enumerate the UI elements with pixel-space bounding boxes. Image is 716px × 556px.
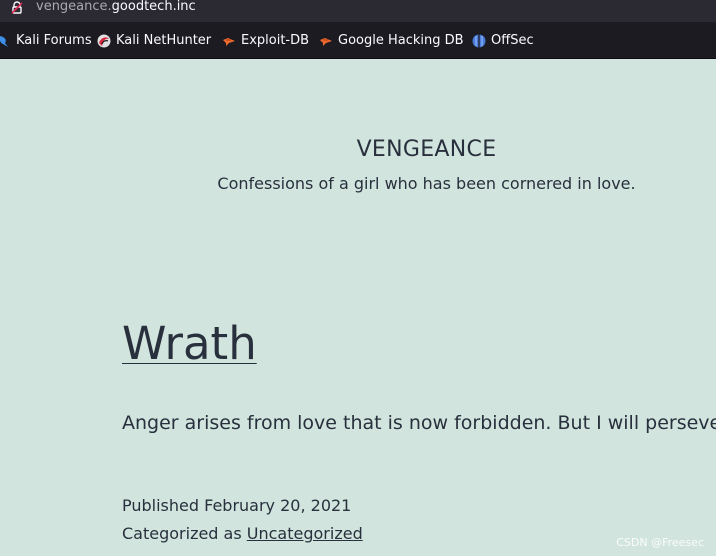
bookmark-kali-nethunter[interactable]: Kali NetHunter [97, 22, 211, 59]
bookmark-exploit-db[interactable]: Exploit-DB [222, 22, 309, 59]
post-excerpt: Anger arises from love that is now forbi… [122, 412, 716, 434]
url-subdomain: vengeance. [36, 0, 112, 14]
url-text[interactable]: vengeance.goodtech.inc [36, 0, 196, 15]
published-date: February 20, 2021 [204, 496, 352, 515]
bookmark-label: Exploit-DB [241, 33, 310, 48]
category-link[interactable]: Uncategorized [247, 524, 363, 543]
connection-info-icon[interactable] [10, 1, 24, 15]
bookmark-offsec[interactable]: OffSec [472, 22, 534, 59]
site-description: Confessions of a girl who has been corne… [217, 174, 636, 193]
nethunter-icon [97, 34, 111, 47]
post-categories: Categorized as Uncategorized [122, 524, 363, 543]
categorized-label: Categorized as [122, 524, 242, 543]
bookmark-label: Google Hacking DB [338, 33, 464, 48]
published-label: Published [122, 496, 200, 515]
post-published: Published February 20, 2021 [122, 496, 351, 515]
bookmarks-toolbar: Kali Forums Kali NetHunter Exploit-DB Go… [0, 22, 716, 59]
bookmark-label: OffSec [491, 33, 534, 48]
bookmark-kali-forums[interactable]: Kali Forums [0, 22, 92, 59]
bookmark-google-hacking-db[interactable]: Google Hacking DB [319, 22, 464, 59]
bookmark-label: Kali Forums [16, 33, 92, 48]
url-bar[interactable]: vengeance.goodtech.inc [0, 0, 716, 22]
exploit-db-icon [223, 37, 235, 46]
ghdb-icon [320, 37, 332, 46]
kali-dragon-icon [0, 35, 8, 47]
bookmark-label: Kali NetHunter [116, 33, 212, 48]
url-domain: goodtech.inc [111, 0, 196, 14]
watermark: CSDN @Freesec [616, 536, 704, 549]
site-title[interactable]: VENGEANCE [0, 137, 716, 162]
offsec-icon [472, 34, 486, 47]
post-title-link[interactable]: Wrath [122, 316, 257, 372]
